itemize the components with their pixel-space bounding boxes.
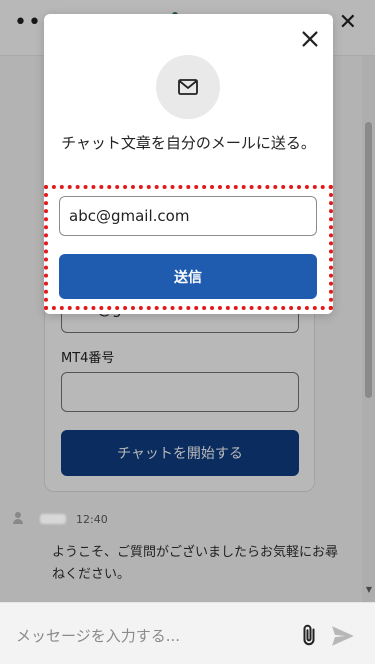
close-icon[interactable] xyxy=(299,28,321,50)
person-icon xyxy=(12,512,24,526)
paperclip-icon[interactable] xyxy=(297,623,321,647)
message-text: ようこそ、ご質問がございましたらお気軽にお尋ねください。 xyxy=(52,545,339,582)
message-time: 12:40 xyxy=(76,512,108,526)
modal-description: チャット文章を自分のメールに送る。 xyxy=(61,134,316,152)
mail-icon xyxy=(178,79,198,95)
message-meta: 12:40 xyxy=(12,512,108,526)
mail-icon-circle xyxy=(156,55,220,119)
email-transcript-modal: チャット文章を自分のメールに送る。 送信 xyxy=(44,14,333,314)
send-icon[interactable] xyxy=(330,623,356,649)
email-input[interactable] xyxy=(59,196,317,236)
message-input[interactable]: メッセージを入力する... xyxy=(16,625,180,646)
message-composer: メッセージを入力する... xyxy=(0,602,375,664)
agent-name-blurred xyxy=(40,514,66,524)
send-button[interactable]: 送信 xyxy=(59,254,317,299)
